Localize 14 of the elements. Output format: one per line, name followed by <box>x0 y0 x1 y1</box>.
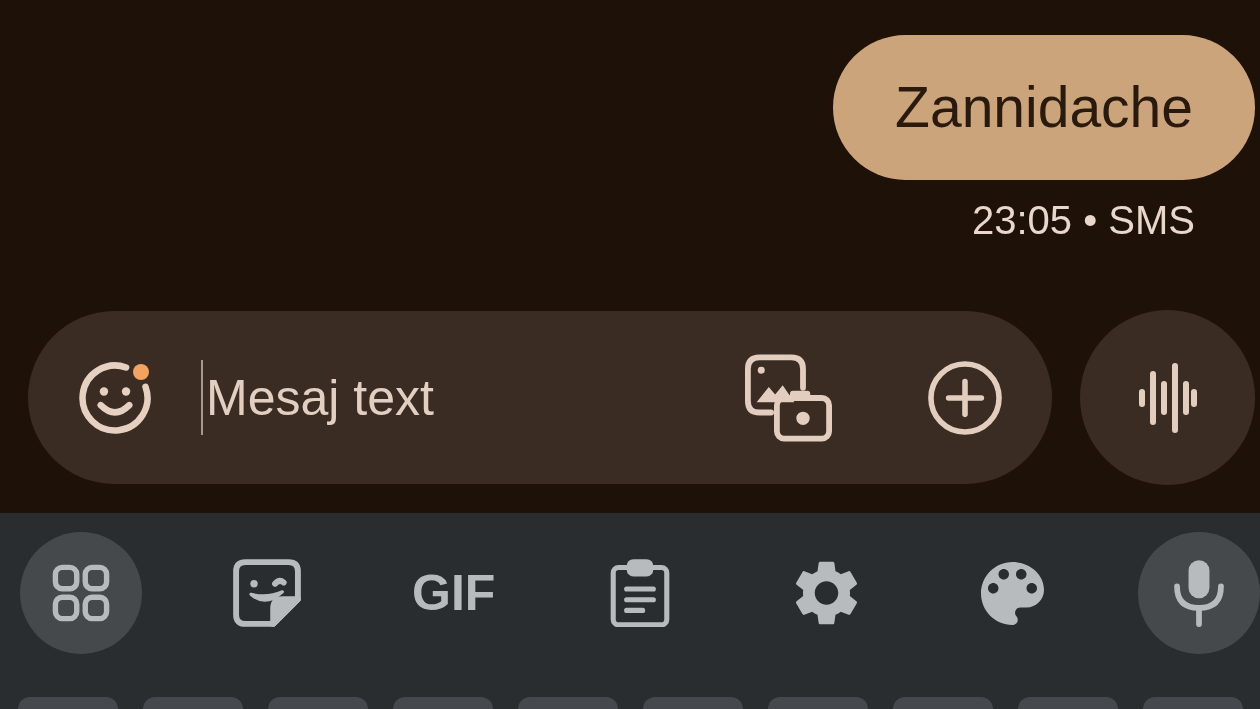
message-timestamp: 23:05 • SMS <box>972 200 1195 240</box>
image-camera-icon[interactable] <box>745 353 832 442</box>
gif-button[interactable]: GIF <box>412 568 496 618</box>
clipboard-icon[interactable] <box>610 559 670 627</box>
grid-icon <box>52 564 110 622</box>
emoji-icon[interactable] <box>78 360 152 435</box>
waveform-icon <box>1137 361 1198 434</box>
sticker-icon[interactable] <box>233 559 302 627</box>
microphone-icon <box>1171 559 1226 627</box>
add-circle-icon[interactable] <box>928 360 1002 435</box>
message-input-field[interactable]: Mesaj text <box>201 360 745 435</box>
palette-icon[interactable] <box>981 561 1045 625</box>
message-bubble: Zannidache <box>833 35 1255 180</box>
settings-icon[interactable] <box>794 560 858 626</box>
